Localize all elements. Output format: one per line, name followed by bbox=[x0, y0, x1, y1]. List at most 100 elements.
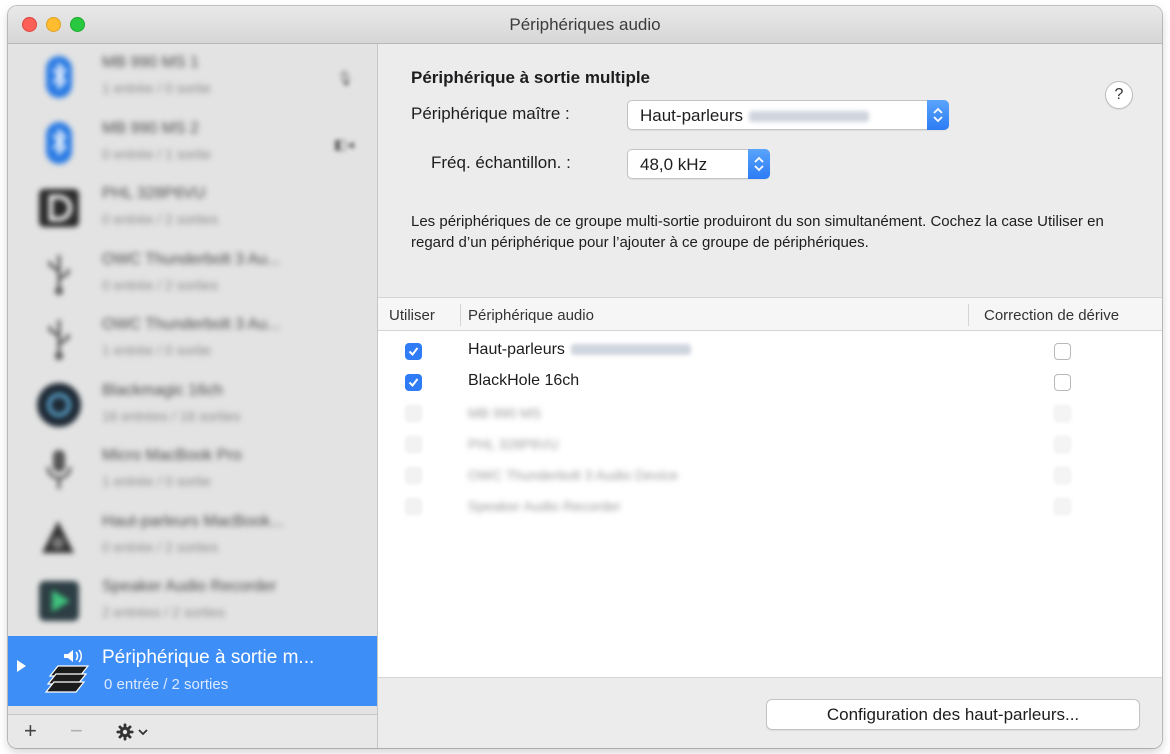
column-header-use[interactable]: Utiliser bbox=[389, 307, 435, 324]
device-name: Micro MacBook Pro bbox=[102, 447, 242, 464]
table-row: OWC Thunderbolt 3 Audio Device bbox=[378, 459, 1162, 490]
device-name: OWC Thunderbolt 3 Au... bbox=[102, 250, 281, 268]
titlebar: Périphériques audio bbox=[8, 6, 1162, 44]
device-item[interactable]: Blackmagic 16ch 16 entrées / 16 sorties bbox=[8, 372, 378, 438]
selected-device-item[interactable]: Périphérique à sortie m... 0 entrée / 2 … bbox=[8, 636, 377, 706]
bottom-bar: Configuration des haut-parleurs... bbox=[378, 677, 1162, 748]
device-name: MB 990 MS 1 bbox=[102, 54, 199, 71]
column-header-drift-correction[interactable]: Correction de dérive bbox=[984, 307, 1119, 324]
gear-icon bbox=[116, 723, 148, 741]
device-item[interactable]: PHL 328P6VU 0 entrée / 2 sorties bbox=[8, 175, 378, 241]
gear-menu-button[interactable] bbox=[116, 722, 150, 746]
table-header: Utiliser Périphérique audio Correction d… bbox=[378, 297, 1162, 331]
blackhole-icon bbox=[37, 382, 81, 427]
use-checkbox[interactable] bbox=[405, 467, 422, 484]
table-row: BlackHole 16ch bbox=[378, 366, 1162, 397]
device-io-count: 1 entrée / 0 sortie bbox=[102, 342, 211, 358]
table-row: MB 990 MS bbox=[378, 397, 1162, 428]
window-title: Périphériques audio bbox=[509, 15, 661, 34]
redacted-text bbox=[570, 344, 691, 356]
device-io-count: 0 entrée / 1 sortie bbox=[102, 145, 211, 162]
use-checkbox[interactable] bbox=[405, 343, 422, 360]
use-checkbox[interactable] bbox=[405, 436, 422, 453]
device-item[interactable]: OWC Thunderbolt 3 Au... 1 entrée / 0 sor… bbox=[8, 306, 378, 372]
drift-correction-checkbox[interactable] bbox=[1054, 436, 1071, 453]
selected-device-io-count: 0 entrée / 2 sorties bbox=[104, 676, 229, 693]
device-io-count: 1 entrée / 0 sortie bbox=[102, 80, 211, 96]
use-checkbox[interactable] bbox=[405, 498, 422, 515]
device-name: Haut-parleurs MacBook... bbox=[102, 512, 284, 530]
table-row: PHL 328P6VU bbox=[378, 428, 1162, 459]
device-io-count: 0 entrée / 2 sorties bbox=[102, 211, 218, 227]
sidebar-toolbar: + − bbox=[8, 714, 377, 748]
disclosure-triangle-icon[interactable] bbox=[17, 660, 26, 672]
displayport-icon bbox=[39, 189, 79, 227]
add-device-button[interactable]: + bbox=[24, 719, 37, 743]
device-io-count: 2 entrées / 2 sorties bbox=[102, 604, 225, 620]
output-indicator-icon: ◧◂ bbox=[333, 135, 354, 152]
drift-correction-checkbox[interactable] bbox=[1054, 343, 1071, 360]
row-device-name: PHL 328P6VU bbox=[468, 436, 559, 452]
device-item[interactable]: Micro MacBook Pro 1 entrée / 0 sortie bbox=[8, 437, 378, 503]
device-item[interactable]: OWC Thunderbolt 3 Au... 0 entrée / 2 sor… bbox=[8, 241, 378, 307]
audio-devices-window: Périphériques audio MB 990 MS 1 1 entrée… bbox=[8, 6, 1162, 748]
popup-stepper-icon bbox=[927, 100, 949, 130]
device-io-count: 0 entrée / 2 sorties bbox=[102, 276, 218, 293]
device-detail-panel: Périphérique à sortie multiple ? Périphé… bbox=[378, 44, 1162, 748]
device-list: MB 990 MS 1 1 entrée / 0 sortie 🎙 MB 990… bbox=[8, 44, 378, 672]
row-device-name: Haut-parleurs bbox=[468, 341, 691, 359]
drift-correction-checkbox[interactable] bbox=[1054, 498, 1071, 515]
drift-correction-checkbox[interactable] bbox=[1054, 405, 1071, 422]
remove-device-button[interactable]: − bbox=[70, 719, 83, 743]
group-description: Les périphériques de ce groupe multi-sor… bbox=[411, 213, 1104, 251]
drift-correction-checkbox[interactable] bbox=[1054, 374, 1071, 391]
row-device-name: Speaker Audio Recorder bbox=[468, 498, 621, 514]
device-name: Speaker Audio Recorder bbox=[102, 578, 277, 595]
column-divider[interactable] bbox=[968, 304, 969, 326]
bluetooth-icon bbox=[46, 121, 72, 164]
table-row: Speaker Audio Recorder bbox=[378, 490, 1162, 521]
column-divider[interactable] bbox=[460, 304, 461, 326]
row-device-name: OWC Thunderbolt 3 Audio Device bbox=[468, 467, 678, 483]
multi-output-device-icon bbox=[44, 649, 90, 693]
microphone-icon bbox=[46, 450, 72, 489]
drift-correction-checkbox[interactable] bbox=[1054, 467, 1071, 484]
master-device-popup[interactable]: Haut-parleurs bbox=[627, 100, 949, 130]
speaker-icon bbox=[42, 520, 74, 553]
app-icon bbox=[39, 581, 79, 621]
device-io-count: 16 entrées / 16 sorties bbox=[102, 407, 241, 424]
device-item[interactable]: MB 990 MS 1 1 entrée / 0 sortie 🎙 bbox=[8, 44, 378, 110]
device-item[interactable]: MB 990 MS 2 0 entrée / 1 sortie ◧◂ bbox=[8, 110, 378, 176]
device-sidebar: MB 990 MS 1 1 entrée / 0 sortie 🎙 MB 990… bbox=[8, 44, 378, 748]
use-checkbox[interactable] bbox=[405, 405, 422, 422]
device-name: PHL 328P6VU bbox=[102, 185, 206, 202]
device-name: Blackmagic 16ch bbox=[102, 381, 223, 399]
column-header-device[interactable]: Périphérique audio bbox=[468, 307, 594, 324]
configure-speakers-button[interactable]: Configuration des haut-parleurs... bbox=[766, 699, 1140, 730]
table-row: Haut-parleurs bbox=[378, 335, 1162, 366]
device-table: Utiliser Périphérique audio Correction d… bbox=[378, 297, 1162, 677]
master-device-label: Périphérique maître : bbox=[411, 104, 570, 123]
redacted-text bbox=[749, 111, 869, 123]
device-name: OWC Thunderbolt 3 Au... bbox=[102, 316, 281, 333]
bluetooth-icon bbox=[46, 56, 72, 98]
master-device-value: Haut-parleurs bbox=[640, 106, 743, 125]
use-checkbox[interactable] bbox=[405, 374, 422, 391]
page-title: Périphérique à sortie multiple bbox=[411, 68, 651, 87]
device-name: MB 990 MS 2 bbox=[102, 119, 199, 137]
device-io-count: 0 entrée / 2 sorties bbox=[102, 538, 218, 555]
device-io-count: 1 entrée / 0 sortie bbox=[102, 473, 211, 489]
usb-icon bbox=[48, 254, 70, 295]
usb-icon bbox=[48, 320, 70, 360]
microphone-indicator-icon: 🎙 bbox=[336, 70, 354, 86]
sample-rate-label: Fréq. échantillon. : bbox=[431, 153, 571, 172]
selected-device-name: Périphérique à sortie m... bbox=[102, 647, 315, 668]
help-button[interactable]: ? bbox=[1105, 81, 1133, 109]
row-device-name: BlackHole 16ch bbox=[468, 372, 580, 389]
device-item[interactable]: Haut-parleurs MacBook... 0 entrée / 2 so… bbox=[8, 503, 378, 569]
device-item[interactable]: Speaker Audio Recorder 2 entrées / 2 sor… bbox=[8, 568, 378, 634]
row-device-name: MB 990 MS bbox=[468, 405, 542, 421]
popup-stepper-icon bbox=[748, 149, 770, 179]
sample-rate-value: 48,0 kHz bbox=[640, 155, 708, 174]
sample-rate-popup[interactable]: 48,0 kHz bbox=[627, 149, 770, 179]
